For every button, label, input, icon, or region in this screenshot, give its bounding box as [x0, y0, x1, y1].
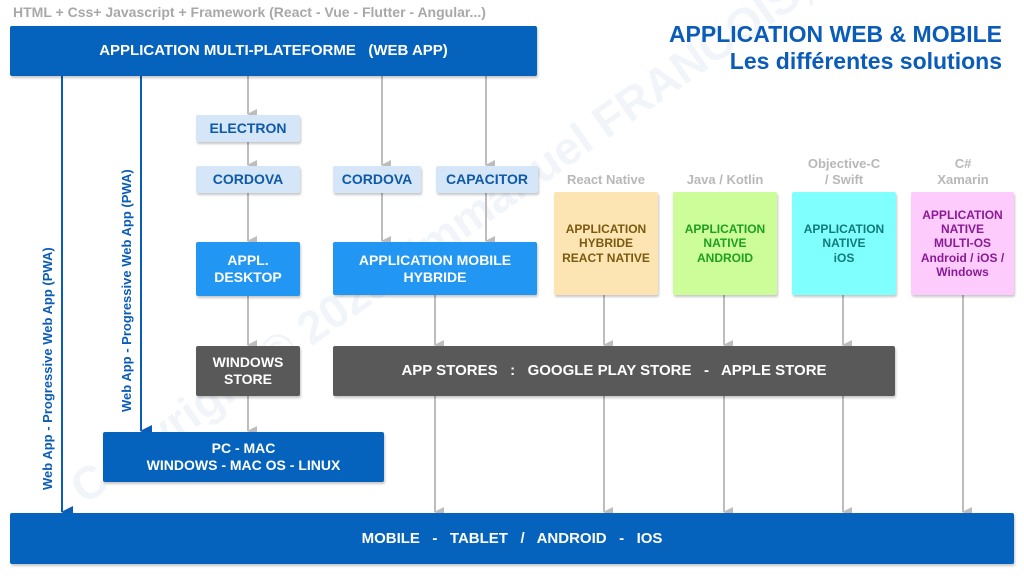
appl-desktop-box: APPL. DESKTOP: [196, 242, 300, 296]
xamarin-multi-os-box: APPLICATION NATIVE MULTI-OS Android / iO…: [911, 192, 1014, 295]
java-kotlin-label: Java / Kotlin: [686, 172, 764, 187]
cordova-mobile-box: CORDOVA: [333, 166, 421, 193]
cordova-desktop-box: CORDOVA: [196, 166, 300, 193]
capacitor-box: CAPACITOR: [436, 166, 538, 193]
pwa-label-desktop: Web App - Progressive Web App (PWA): [119, 169, 134, 412]
app-stores-box: APP STORES : GOOGLE PLAY STORE - APPLE S…: [333, 346, 895, 396]
windows-store-box: WINDOWS STORE: [196, 346, 300, 396]
page-subtitle: Les différentes solutions: [729, 48, 1002, 74]
mobile-tablet-box: MOBILE - TABLET / ANDROID - IOS: [10, 513, 1014, 564]
react-native-app-box: APPLICATION HYBRIDE REACT NATIVE: [554, 192, 658, 295]
web-app-box: APPLICATION MULTI-PLATEFORME (WEB APP): [10, 26, 537, 76]
pwa-label-mobile: Web App - Progressive Web App (PWA): [40, 247, 55, 490]
ios-native-box: APPLICATION NATIVE iOS: [792, 192, 896, 295]
objective-c-swift-label: Objective-C / Swift: [807, 156, 881, 187]
pc-mac-box: PC - MAC WINDOWS - MAC OS - LINUX: [103, 432, 384, 482]
app-mobile-hybride-box: APPLICATION MOBILE HYBRIDE: [333, 242, 537, 295]
tech-stack-note: HTML + Css+ Javascript + Framework (Reac…: [13, 4, 486, 20]
android-native-box: APPLICATION NATIVE ANDROID: [673, 192, 777, 295]
react-native-label: React Native: [566, 172, 646, 187]
csharp-xamarin-label: C# Xamarin: [937, 156, 989, 187]
page-title: APPLICATION WEB & MOBILE: [668, 21, 1002, 47]
electron-box: ELECTRON: [196, 115, 300, 142]
